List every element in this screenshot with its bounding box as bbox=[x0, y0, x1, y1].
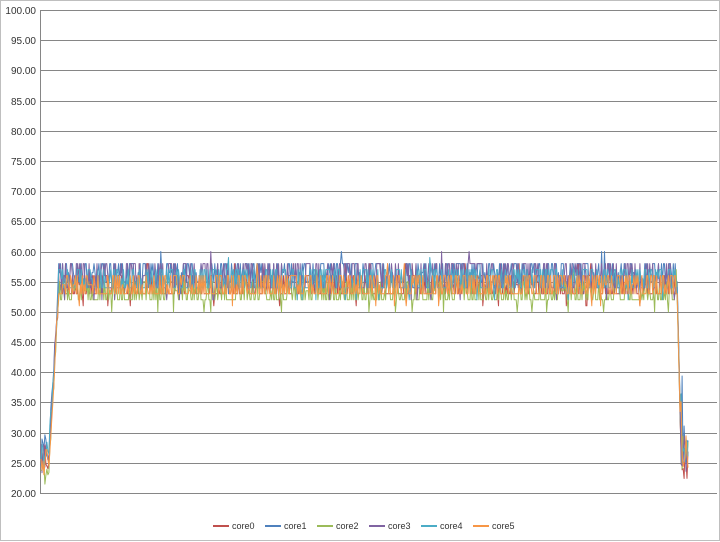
y-tick-label: 70.00 bbox=[11, 187, 36, 198]
y-tick-label: 60.00 bbox=[11, 248, 36, 259]
legend-label-core5: core5 bbox=[492, 521, 515, 531]
y-tick-label: 25.00 bbox=[11, 459, 36, 470]
gridlines bbox=[40, 10, 717, 494]
legend-label-core1: core1 bbox=[284, 521, 307, 531]
line-chart: 20.00 25.00 30.00 35.00 40.00 45.00 50.00 55.00… bbox=[5, 6, 717, 531]
legend-label-core0: core0 bbox=[232, 521, 255, 531]
legend-label-core3: core3 bbox=[388, 521, 411, 531]
y-tick-label: 50.00 bbox=[11, 308, 36, 319]
y-tick-label: 90.00 bbox=[11, 66, 36, 77]
y-tick-label: 65.00 bbox=[11, 217, 36, 228]
series-line-core2 bbox=[40, 269, 689, 485]
y-tick-label: 95.00 bbox=[11, 36, 36, 47]
legend: core0 core1 core2 core3 core4 core5 bbox=[213, 521, 515, 531]
legend-label-core2: core2 bbox=[336, 521, 359, 531]
y-tick-label: 55.00 bbox=[11, 278, 36, 289]
y-tick-label: 45.00 bbox=[11, 338, 36, 349]
y-tick-label: 40.00 bbox=[11, 368, 36, 379]
y-tick-label: 80.00 bbox=[11, 127, 36, 138]
y-tick-label: 100.00 bbox=[5, 6, 36, 17]
y-tick-label: 85.00 bbox=[11, 97, 36, 108]
y-tick-label: 30.00 bbox=[11, 429, 36, 440]
y-tick-label: 75.00 bbox=[11, 157, 36, 168]
y-tick-label: 35.00 bbox=[11, 398, 36, 409]
y-tick-label: 20.00 bbox=[11, 489, 36, 500]
legend-label-core4: core4 bbox=[440, 521, 463, 531]
chart-container: 20.00 25.00 30.00 35.00 40.00 45.00 50.00 55.00… bbox=[0, 0, 720, 541]
